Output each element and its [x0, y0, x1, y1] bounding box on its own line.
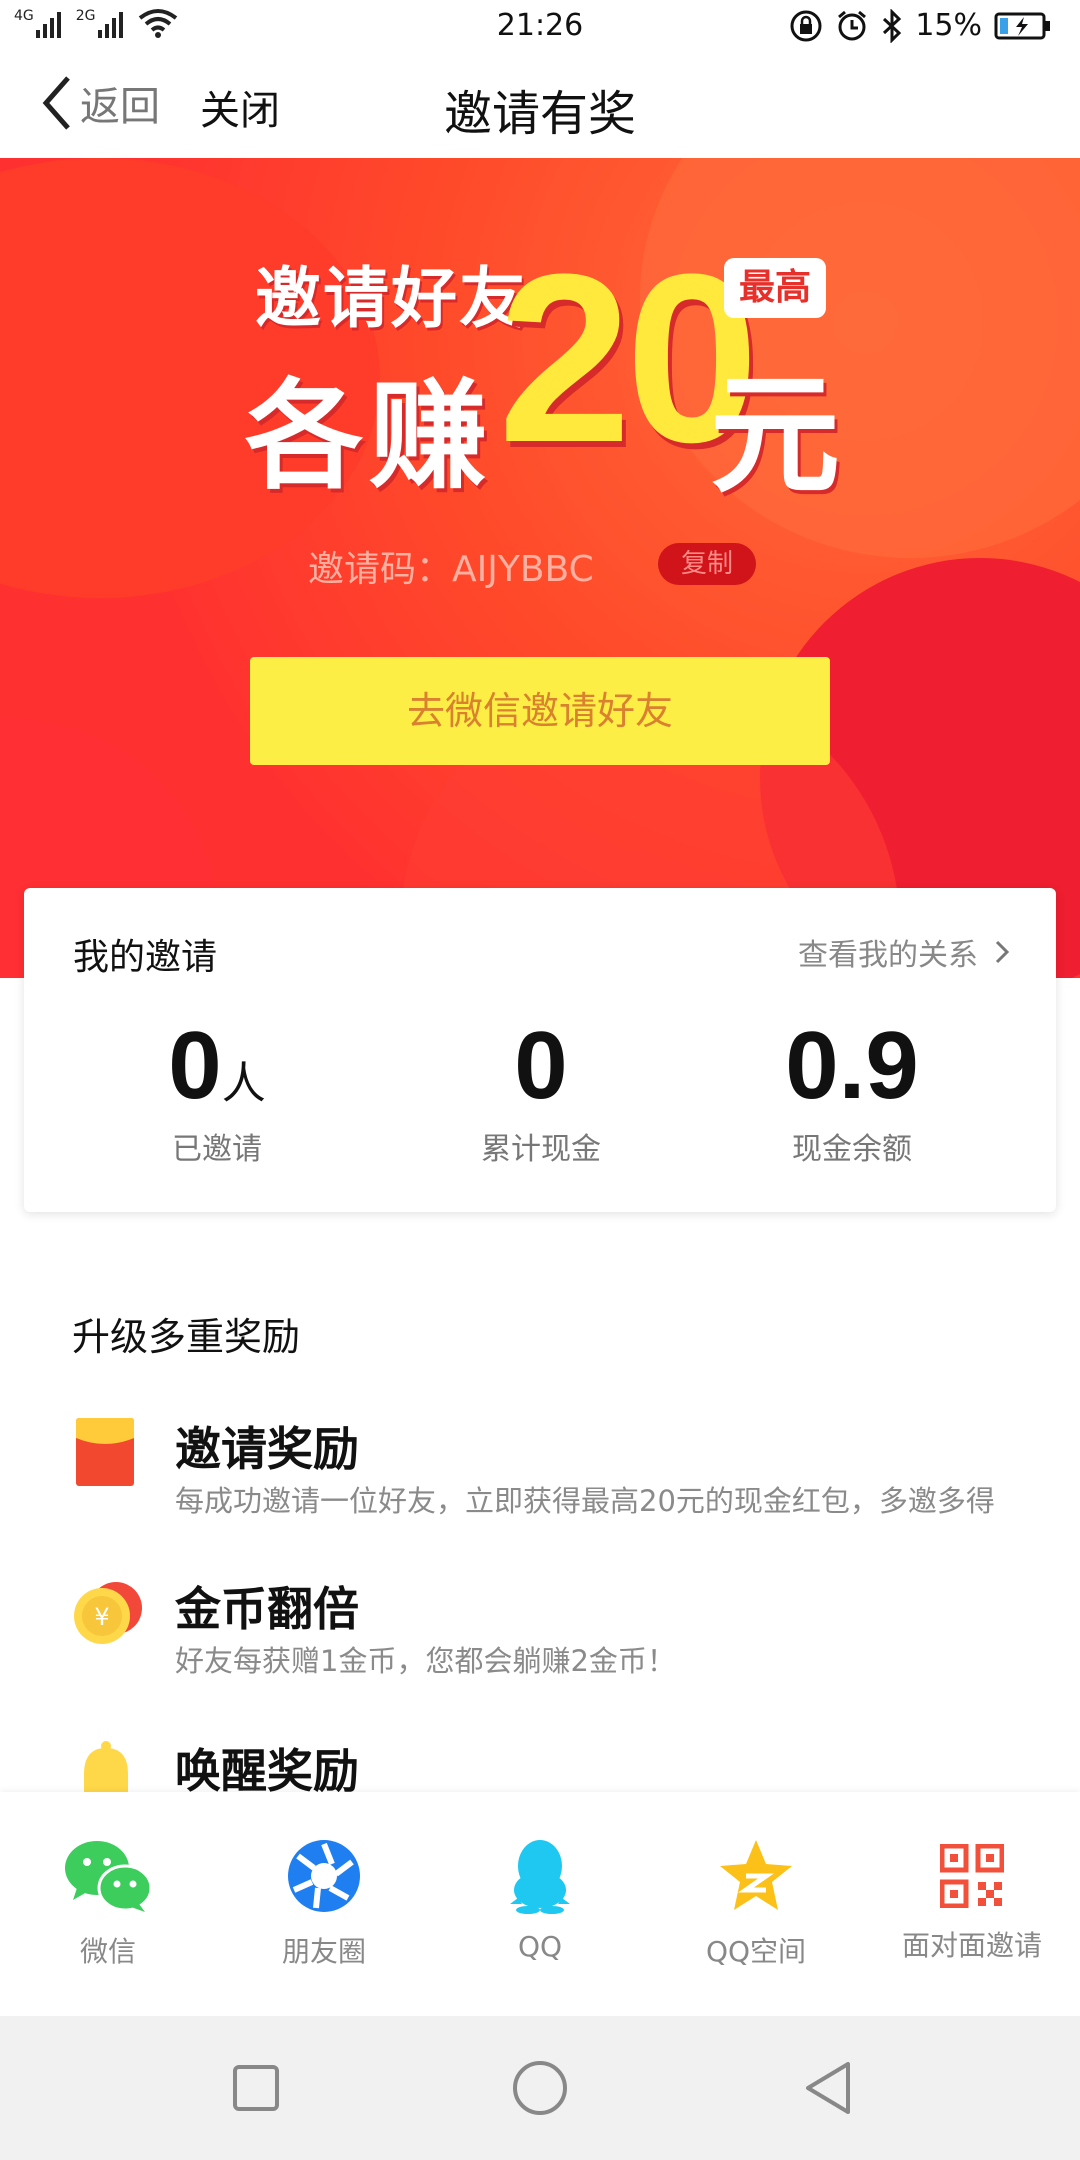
- share-label: 面对面邀请: [901, 1929, 1042, 1962]
- card-title: 我的邀请: [73, 937, 218, 978]
- reward-title: 金币翻倍: [175, 1582, 359, 1636]
- stat-total-cash: 0 累计现金: [391, 1018, 691, 1168]
- reward-desc: 好友每获赠1金币，您都会躺赚2金币！: [175, 1644, 676, 1678]
- share-label: 微信: [79, 1935, 136, 1968]
- coin-icon: ¥: [72, 1578, 144, 1654]
- navigation-bar: 返回 关闭 邀请有奖: [0, 56, 1080, 158]
- stat-label: 累计现金: [481, 1132, 601, 1167]
- recent-apps-button[interactable]: [232, 2064, 280, 2112]
- status-bar: 4G 2G 21:26 15%: [0, 0, 1080, 56]
- share-bar: 微信 朋友圈 QQ QQ空间 面对面邀请: [0, 1792, 1080, 2016]
- invite-wechat-button[interactable]: 去微信邀请好友: [250, 657, 830, 765]
- stat-label: 现金余额: [792, 1132, 912, 1167]
- home-button[interactable]: [512, 2060, 568, 2116]
- red-envelope-icon: [76, 1418, 134, 1490]
- invite-code: 邀请码：AIJYBBC: [308, 549, 594, 590]
- share-qq[interactable]: QQ: [450, 1838, 630, 1963]
- share-qzone[interactable]: QQ空间: [666, 1838, 846, 1970]
- battery-percent: 15%: [915, 8, 982, 43]
- stat-unit: 人: [221, 1058, 266, 1109]
- status-right: 15%: [789, 8, 1052, 43]
- share-moments[interactable]: 朋友圈: [234, 1838, 414, 1970]
- lock-rotation-icon: [790, 10, 822, 41]
- share-face-to-face[interactable]: 面对面邀请: [882, 1838, 1062, 1964]
- back-nav-button[interactable]: [802, 2060, 854, 2116]
- headline-unit: 元: [710, 359, 841, 511]
- wechat-icon: [65, 1841, 153, 1912]
- stat-invited: 0人 已邀请: [67, 1018, 367, 1168]
- rewards-section-title: 升级多重奖励: [72, 1315, 301, 1359]
- stat-balance: 0.9 现金余额: [702, 1018, 1002, 1168]
- system-navigation-bar: [0, 2016, 1080, 2160]
- share-label: 朋友圈: [281, 1935, 366, 1968]
- chevron-right-icon: [995, 940, 1010, 964]
- bluetooth-icon: [883, 8, 902, 43]
- qr-code-icon: [939, 1843, 1005, 1909]
- qq-icon: [510, 1840, 570, 1914]
- headline-line1: 邀请好友: [255, 260, 527, 337]
- stat-value: 0: [168, 1012, 222, 1119]
- stat-label: 已邀请: [172, 1132, 262, 1167]
- stat-value: 0: [514, 1012, 568, 1119]
- battery-icon: [994, 12, 1050, 39]
- copy-code-button[interactable]: 复制: [658, 543, 756, 585]
- stat-value: 0.9: [785, 1012, 919, 1119]
- svg-text:¥: ¥: [94, 1603, 109, 1631]
- moments-icon: [288, 1840, 360, 1912]
- reward-title: 邀请奖励: [175, 1422, 359, 1476]
- share-label: QQ: [517, 1930, 563, 1963]
- my-invite-card: 我的邀请 查看我的关系 0人 已邀请 0 累计现金 0.9 现金余额: [24, 888, 1056, 1212]
- qzone-icon: [720, 1840, 792, 1910]
- view-relations-label: 查看我的关系: [798, 938, 978, 973]
- share-label: QQ空间: [705, 1935, 807, 1968]
- reward-desc: 每成功邀请一位好友，立即获得最高20元的现金红包，多邀多得: [175, 1484, 995, 1518]
- share-wechat[interactable]: 微信: [18, 1838, 198, 1970]
- alarm-icon: [838, 10, 867, 40]
- headline-line2: 各赚: [245, 367, 494, 505]
- page-title: 邀请有奖: [443, 86, 636, 142]
- view-relations-link[interactable]: 查看我的关系: [798, 930, 1010, 974]
- max-badge: 最高: [724, 258, 826, 318]
